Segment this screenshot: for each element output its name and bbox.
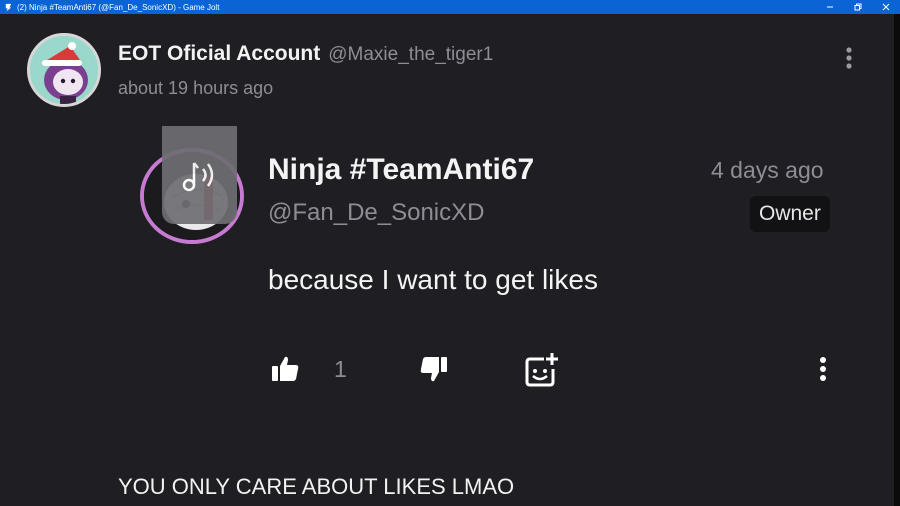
like-button[interactable] <box>268 353 302 385</box>
reply-body: because I want to get likes <box>268 264 598 295</box>
more-vertical-icon <box>846 47 852 69</box>
restore-icon <box>854 3 862 11</box>
add-reaction-icon <box>525 353 558 387</box>
reply-timestamp[interactable]: 4 days ago <box>711 157 824 184</box>
reply-author-name[interactable]: Ninja #TeamAnti67 <box>268 153 534 187</box>
author-handle[interactable]: @Maxie_the_tiger1 <box>328 44 493 66</box>
post-more-button[interactable] <box>842 46 856 70</box>
reply-author-handle[interactable]: @Fan_De_SonicXD <box>268 199 484 227</box>
game-jolt-icon <box>3 2 13 12</box>
owner-badge: Owner <box>750 196 830 232</box>
dislike-button[interactable] <box>418 353 450 385</box>
avatar-image <box>30 36 98 104</box>
thumbs-down-icon <box>420 357 447 382</box>
post-timestamp[interactable]: about 19 hours ago <box>118 78 273 99</box>
window-title: (2) Ninja #TeamAnti67 (@Fan_De_SonicXD) … <box>17 2 220 12</box>
more-vertical-icon <box>820 357 826 381</box>
restore-button[interactable] <box>844 0 872 14</box>
title-bar: (2) Ninja #TeamAnti67 (@Fan_De_SonicXD) … <box>0 0 900 14</box>
reply-more-button[interactable] <box>815 355 831 383</box>
window-controls <box>816 0 900 14</box>
audio-note-icon <box>182 162 213 192</box>
minimize-icon <box>827 6 833 8</box>
post-content: YOU ONLY CARE ABOUT LIKES LMAO <box>118 474 515 499</box>
window-edge <box>894 14 900 506</box>
thumbs-up-icon <box>272 356 299 381</box>
audio-badge[interactable] <box>162 126 237 224</box>
like-count: 1 <box>334 356 347 382</box>
minimize-button[interactable] <box>816 0 844 14</box>
close-button[interactable] <box>872 0 900 14</box>
app-window: (2) Ninja #TeamAnti67 (@Fan_De_SonicXD) … <box>0 0 900 506</box>
author-name[interactable]: EOT Oficial Account <box>118 42 320 66</box>
avatar[interactable] <box>27 33 101 107</box>
close-icon <box>882 3 890 11</box>
post-author: EOT Oficial Account @Maxie_the_tiger1 <box>118 42 493 66</box>
add-reaction-button[interactable] <box>522 351 560 389</box>
